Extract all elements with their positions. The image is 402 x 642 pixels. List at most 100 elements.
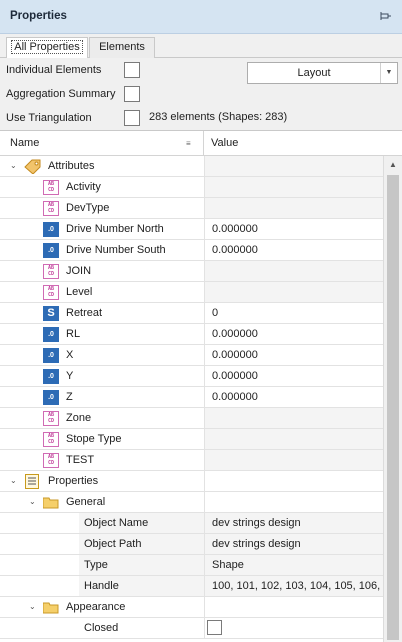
text-field-icon: AB CD [43, 411, 59, 426]
grid-header: Name ≡ Value [0, 131, 402, 156]
property-row-stope-type[interactable]: AB CD Stope Type [0, 429, 383, 450]
property-row-z[interactable]: .0 Z 0.000000 [0, 387, 383, 408]
numeric-field-icon: .0 [43, 243, 59, 258]
category-row-attributes[interactable]: ⌄ Attributes [0, 156, 383, 177]
numeric-field-icon: .0 [43, 348, 59, 363]
row-value [204, 597, 383, 617]
row-value[interactable] [204, 408, 383, 428]
property-row-handle[interactable]: Handle 100, 101, 102, 103, 104, 105, 106… [0, 576, 383, 597]
group-row-appearance[interactable]: ⌄ Appearance [0, 597, 383, 618]
text-field-icon: AB CD [43, 285, 59, 300]
property-row-y[interactable]: .0 Y 0.000000 [0, 366, 383, 387]
properties-icon [25, 474, 39, 489]
string-field-icon: S [43, 306, 59, 321]
property-row-activity[interactable]: AB CD Activity [0, 177, 383, 198]
column-divider[interactable] [203, 131, 204, 156]
row-value[interactable]: 0.000000 [204, 219, 383, 239]
row-value[interactable]: 0.000000 [204, 387, 383, 407]
name-column-header[interactable]: Name [10, 137, 39, 149]
tab-strip: All Properties Elements [0, 34, 402, 59]
aggregation-summary-checkbox[interactable] [124, 86, 140, 102]
layout-dropdown[interactable]: Layout ▼ [247, 62, 398, 84]
row-value[interactable] [204, 429, 383, 449]
pin-icon[interactable] [380, 10, 392, 22]
row-name: X [66, 349, 74, 361]
vertical-scrollbar[interactable]: ▲ [383, 156, 402, 642]
aggregation-summary-label: Aggregation Summary [6, 88, 116, 100]
scroll-up-icon[interactable]: ▲ [384, 156, 402, 173]
group-row-general[interactable]: ⌄ General [0, 492, 383, 513]
sort-icon[interactable]: ≡ [186, 139, 191, 148]
chevron-down-icon[interactable]: ▼ [380, 63, 397, 83]
row-value[interactable] [204, 177, 383, 197]
row-value[interactable] [204, 198, 383, 218]
options-panel: Individual Elements Aggregation Summary … [0, 58, 402, 130]
text-field-icon: AB CD [43, 201, 59, 216]
row-value: dev strings design [204, 513, 383, 533]
text-field-icon: AB CD [43, 264, 59, 279]
individual-elements-checkbox[interactable] [124, 62, 140, 78]
individual-elements-label: Individual Elements [6, 64, 102, 76]
property-row-closed[interactable]: Closed [0, 618, 383, 639]
property-row-level[interactable]: AB CD Level [0, 282, 383, 303]
element-count: 283 elements (Shapes: 283) [149, 111, 288, 123]
row-name: Drive Number South [66, 244, 166, 256]
row-name: Activity [66, 181, 101, 193]
row-value[interactable]: 0.000000 [204, 345, 383, 365]
row-value [204, 492, 383, 512]
row-value[interactable]: 0.000000 [204, 366, 383, 386]
row-name: General [66, 496, 106, 508]
row-value [204, 156, 383, 176]
property-row-rl[interactable]: .0 RL 0.000000 [0, 324, 383, 345]
category-row-properties[interactable]: ⌄ Properties [0, 471, 383, 492]
folder-icon [42, 602, 59, 614]
row-value[interactable] [204, 261, 383, 281]
property-row-test[interactable]: AB CD TEST [0, 450, 383, 471]
row-value [204, 618, 383, 638]
row-value[interactable] [204, 450, 383, 470]
row-name: Level [66, 286, 93, 298]
scroll-thumb[interactable] [387, 175, 399, 640]
row-value: 100, 101, 102, 103, 104, 105, 106, 10 [204, 576, 383, 596]
row-name: Attributes [48, 160, 95, 172]
property-row-drive-number-north[interactable]: .0 Drive Number North 0.000000 [0, 219, 383, 240]
row-value[interactable] [204, 282, 383, 302]
property-row-devtype[interactable]: AB CD DevType [0, 198, 383, 219]
row-name: DevType [66, 202, 110, 214]
tag-icon [24, 159, 42, 175]
numeric-field-icon: .0 [43, 369, 59, 384]
property-row-zone[interactable]: AB CD Zone [0, 408, 383, 429]
closed-checkbox[interactable] [207, 620, 222, 635]
row-name: Properties [48, 475, 99, 487]
tab-all-properties[interactable]: All Properties [6, 37, 88, 59]
chevron-down-icon[interactable]: ⌄ [29, 602, 36, 611]
property-row-join[interactable]: AB CD JOIN [0, 261, 383, 282]
row-name: Y [66, 370, 74, 382]
text-field-icon: AB CD [43, 180, 59, 195]
row-value[interactable]: 0.000000 [204, 240, 383, 260]
row-name: Closed [84, 622, 119, 634]
row-name: Appearance [66, 601, 126, 613]
chevron-down-icon[interactable]: ⌄ [10, 476, 17, 485]
row-value[interactable]: 0.000000 [204, 324, 383, 344]
property-row-object-path[interactable]: Object Path dev strings design [0, 534, 383, 555]
row-value[interactable]: 0 [204, 303, 383, 323]
property-row-type[interactable]: Type Shape [0, 555, 383, 576]
property-row-drive-number-south[interactable]: .0 Drive Number South 0.000000 [0, 240, 383, 261]
layout-dropdown-value: Layout [297, 67, 331, 79]
row-name: Handle [84, 580, 119, 592]
use-triangulation-label: Use Triangulation [6, 112, 92, 124]
property-row-object-name[interactable]: Object Name dev strings design [0, 513, 383, 534]
grid-rows: ⌄ Attributes AB CD Activity AB CD DevType … [0, 156, 383, 642]
row-name: Type [84, 559, 108, 571]
property-row-retreat[interactable]: S Retreat 0 [0, 303, 383, 324]
chevron-down-icon[interactable]: ⌄ [29, 497, 36, 506]
tab-elements[interactable]: Elements [89, 37, 155, 58]
value-column-header[interactable]: Value [211, 137, 238, 149]
row-name: Object Path [84, 538, 142, 550]
use-triangulation-checkbox[interactable] [124, 110, 140, 126]
row-value [204, 471, 383, 491]
chevron-down-icon[interactable]: ⌄ [10, 161, 17, 170]
text-field-icon: AB CD [43, 432, 59, 447]
property-row-x[interactable]: .0 X 0.000000 [0, 345, 383, 366]
